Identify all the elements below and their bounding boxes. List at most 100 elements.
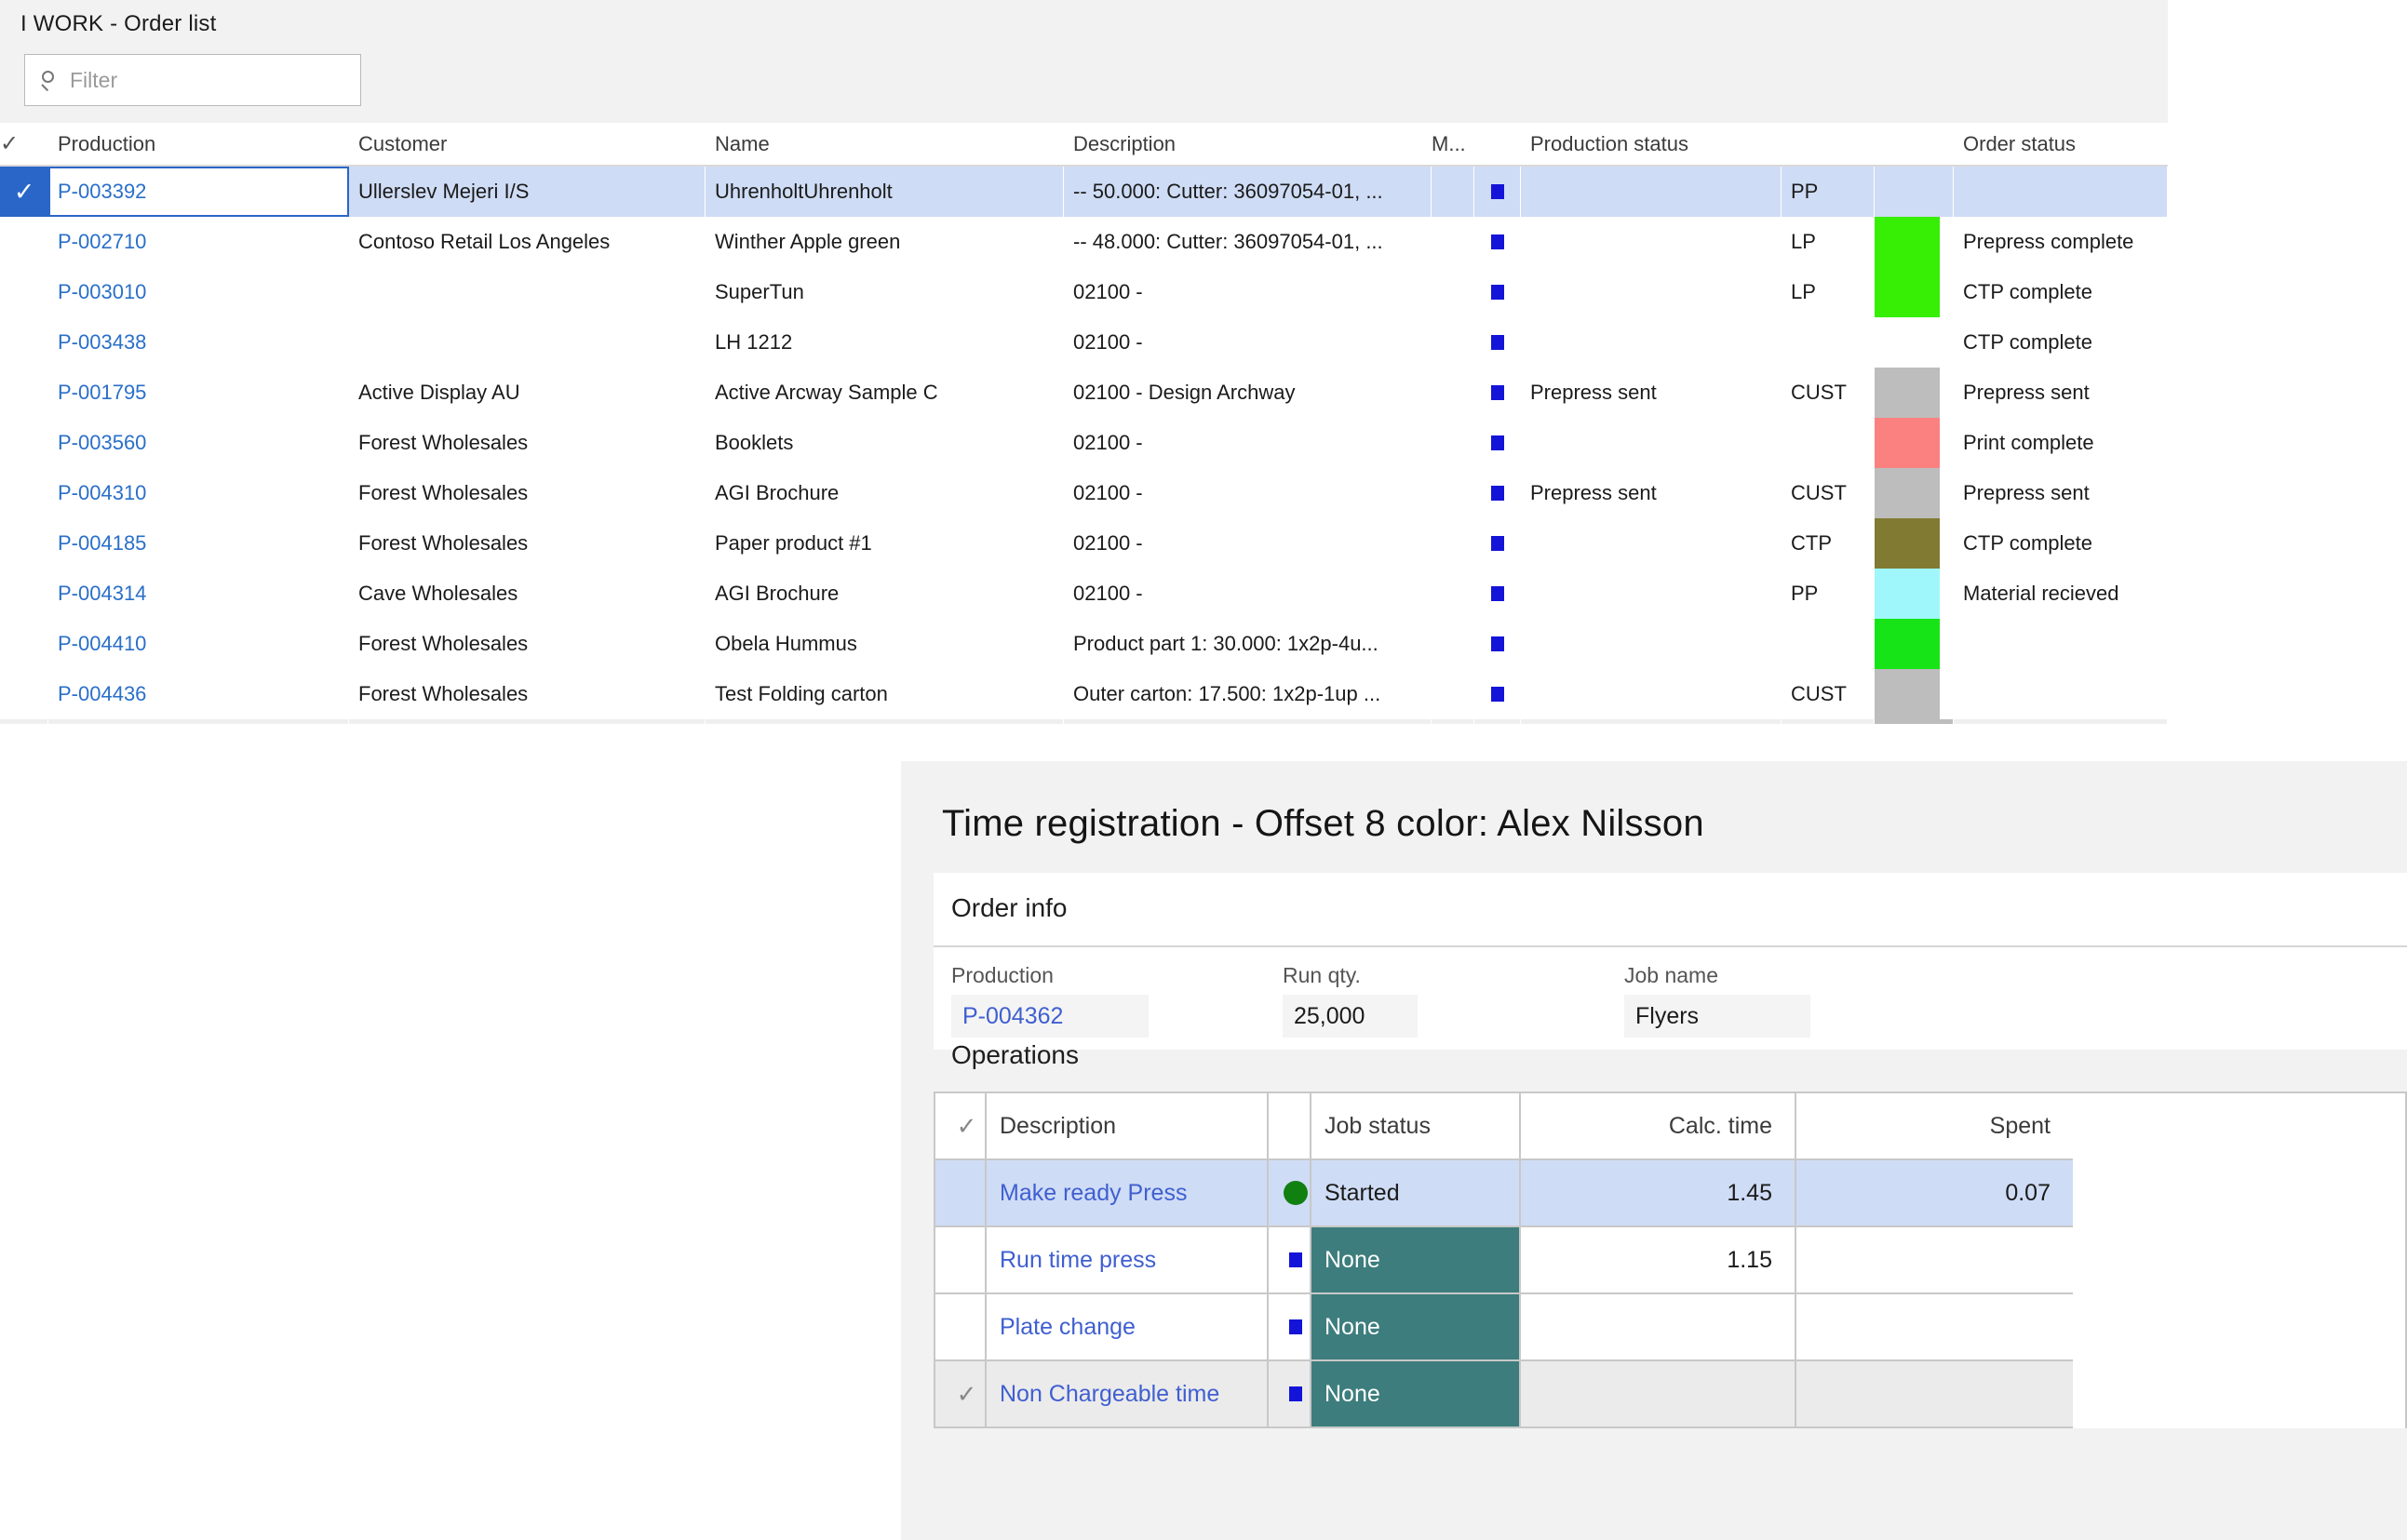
cell-production-text[interactable]: P-004410 (58, 632, 146, 656)
status-color-swatch (1875, 569, 1940, 619)
cell-status-color (1875, 569, 1954, 619)
cell-job-status[interactable]: None (1311, 1294, 1521, 1361)
cell-production-text[interactable]: P-003560 (58, 431, 146, 455)
cell-indicator (1474, 167, 1521, 217)
row-checkbox[interactable]: ✓ (0, 167, 48, 217)
cell-abbreviation-text: CUST (1791, 381, 1847, 405)
table-row[interactable]: P-003560Forest WholesalesBooklets02100 -… (0, 418, 2168, 468)
field-value-run-qty[interactable]: 25,000 (1283, 995, 1418, 1038)
cell-job-status[interactable]: None (1311, 1227, 1521, 1294)
column-header-production-status[interactable]: Production status (1521, 132, 1782, 156)
cell-name-text: Winther Apple green (715, 230, 900, 254)
operations-row[interactable]: Plate change None (935, 1294, 2405, 1361)
column-header-m[interactable]: M... (1432, 132, 1474, 156)
table-row[interactable]: P-004410Forest WholesalesObela HummusPro… (0, 619, 2168, 669)
search-input[interactable] (70, 68, 340, 93)
checkmark-icon: ✓ (0, 132, 19, 156)
cell-abbreviation-text: LP (1791, 230, 1816, 254)
cell-production-text[interactable]: P-003010 (58, 280, 146, 304)
row-checkbox[interactable] (0, 418, 48, 468)
cell-indicator (1474, 468, 1521, 518)
row-checkbox[interactable] (935, 1294, 987, 1361)
filter-box[interactable] (24, 54, 361, 106)
column-header-order-status[interactable]: Order status (1954, 132, 2168, 156)
row-checkbox[interactable] (935, 1227, 987, 1294)
cell-production-status (1521, 267, 1782, 317)
operation-description-text[interactable]: Plate change (1000, 1314, 1136, 1341)
cell-job-status[interactable]: Started (1311, 1160, 1521, 1227)
cell-production-text[interactable]: P-003438 (58, 330, 146, 355)
column-header-name[interactable]: Name (706, 132, 1064, 156)
table-row[interactable]: P-004436Forest WholesalesTest Folding ca… (0, 669, 2168, 719)
row-checkbox[interactable] (0, 619, 48, 669)
cell-customer (349, 317, 706, 368)
cell-production-text[interactable]: P-004310 (58, 481, 146, 505)
cell-name: Paper product #1 (706, 518, 1064, 569)
row-checkbox[interactable] (0, 368, 48, 418)
field-value-production[interactable]: P-004362 (951, 995, 1149, 1038)
operations-heading: Operations (951, 1040, 1079, 1070)
table-row[interactable]: ✓P-003392Ullerslev Mejeri I/SUhrenholtUh… (0, 167, 2168, 217)
row-checkbox[interactable] (0, 267, 48, 317)
cell-customer-text: Forest Wholesales (358, 481, 528, 505)
status-color-swatch (1875, 418, 1940, 468)
cell-description-text: 02100 - (1073, 330, 1143, 355)
column-header-production[interactable]: Production (48, 132, 349, 156)
field-value-job-name[interactable]: Flyers (1624, 995, 1810, 1038)
row-checkbox[interactable] (935, 1160, 987, 1227)
cell-production: P-004410 (48, 619, 349, 669)
operations-body: Make ready PressStarted1.450.07Run time … (935, 1160, 2405, 1428)
row-checkbox[interactable] (0, 217, 48, 267)
cell-indicator (1474, 317, 1521, 368)
row-checkbox[interactable] (0, 317, 48, 368)
column-header-indicator[interactable] (1269, 1093, 1311, 1160)
cell-customer-text: Forest Wholesales (358, 682, 528, 706)
table-row[interactable]: P-002710Contoso Retail Los AngelesWinthe… (0, 217, 2168, 267)
cell-production-text[interactable]: P-004185 (58, 531, 146, 556)
square-blue-icon (1289, 1252, 1302, 1267)
cell-production-text[interactable]: P-004436 (58, 682, 146, 706)
cell-production-status (1521, 518, 1782, 569)
cell-production-text[interactable]: P-004314 (58, 582, 146, 606)
operations-row[interactable]: ✓ Non Chargeable time None (935, 1361, 2405, 1428)
cell-order-status-text: Material recieved (1963, 582, 2119, 606)
column-header-description[interactable]: Description (987, 1093, 1269, 1160)
cell-description: Product part 1: 30.000: 1x2p-4u... (1064, 619, 1432, 669)
cell-status-color (1875, 267, 1954, 317)
cell-order-status-text: CTP complete (1963, 531, 2092, 556)
column-header-job-status[interactable]: Job status (1311, 1093, 1521, 1160)
row-checkbox[interactable] (0, 669, 48, 719)
cell-description: 02100 - (1064, 569, 1432, 619)
row-checkbox[interactable] (0, 569, 48, 619)
operation-description-text[interactable]: Run time press (1000, 1247, 1156, 1274)
row-checkbox[interactable]: ✓ (935, 1361, 987, 1428)
select-all-checkbox[interactable]: ✓ (0, 132, 48, 156)
cell-production-status (1521, 669, 1782, 719)
cell-production-text[interactable]: P-003392 (58, 180, 146, 204)
table-row[interactable]: P-004185Forest WholesalesPaper product #… (0, 518, 2168, 569)
operations-row[interactable]: Run time pressNone1.15 (935, 1227, 2405, 1294)
operation-description-text[interactable]: Make ready Press (1000, 1180, 1187, 1207)
operations-row[interactable]: Make ready PressStarted1.450.07 (935, 1160, 2405, 1227)
column-header-spent[interactable]: Spent (1796, 1093, 2073, 1160)
table-row[interactable]: P-003438LH 121202100 -CTP complete (0, 317, 2168, 368)
table-body: ✓P-003392Ullerslev Mejeri I/SUhrenholtUh… (0, 167, 2168, 719)
column-header-calc-time[interactable]: Calc. time (1521, 1093, 1796, 1160)
table-row[interactable]: P-004310Forest WholesalesAGI Brochure021… (0, 468, 2168, 518)
cell-production-status (1521, 569, 1782, 619)
table-row[interactable]: P-004314Cave WholesalesAGI Brochure02100… (0, 569, 2168, 619)
select-all-checkbox[interactable]: ✓ (935, 1093, 987, 1160)
column-header-description[interactable]: Description (1064, 132, 1432, 156)
cell-order-status: Prepress sent (1954, 368, 2168, 418)
cell-job-status[interactable]: None (1311, 1361, 1521, 1428)
circle-green-icon (1284, 1181, 1308, 1205)
table-row[interactable]: P-001795Active Display AUActive Arcway S… (0, 368, 2168, 418)
cell-abbreviation: PP (1782, 569, 1875, 619)
operation-description-text[interactable]: Non Chargeable time (1000, 1381, 1219, 1408)
cell-production-text[interactable]: P-001795 (58, 381, 146, 405)
cell-production-text[interactable]: P-002710 (58, 230, 146, 254)
row-checkbox[interactable] (0, 518, 48, 569)
table-row[interactable]: P-003010SuperTun02100 -LPCTP complete (0, 267, 2168, 317)
column-header-customer[interactable]: Customer (349, 132, 706, 156)
row-checkbox[interactable] (0, 468, 48, 518)
